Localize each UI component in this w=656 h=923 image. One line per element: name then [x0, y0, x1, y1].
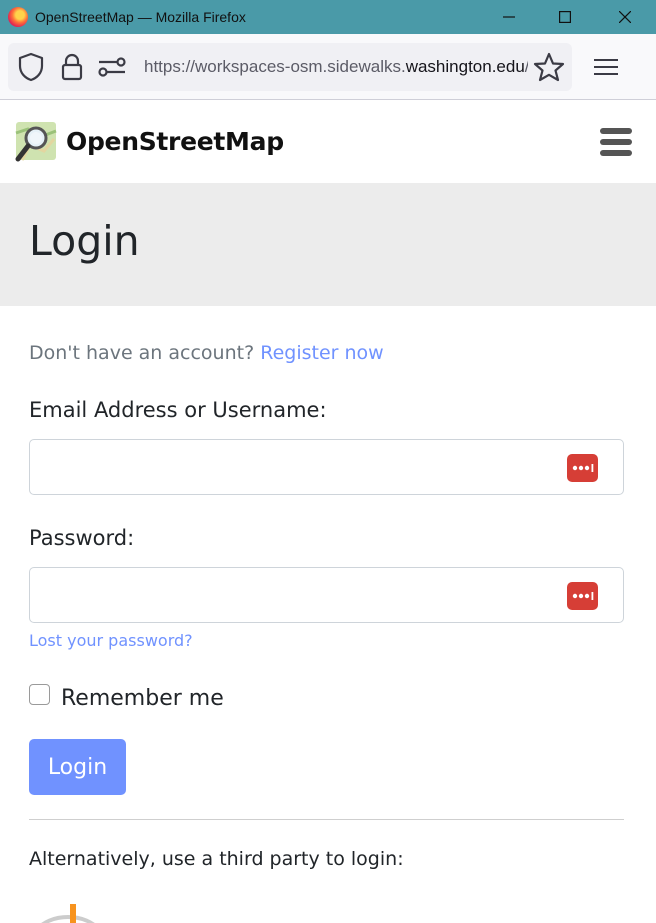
site-navbar: OpenStreetMap — [0, 100, 656, 183]
maximize-icon — [559, 11, 571, 23]
permissions-sliders-icon — [98, 57, 126, 77]
login-button[interactable]: Login — [29, 739, 126, 795]
password-label: Password: — [29, 526, 135, 550]
lock-icon — [61, 53, 83, 81]
browser-toolbar: https://workspaces-osm.sidewalks.washing… — [0, 34, 656, 100]
site-menu-toggle-button[interactable] — [600, 128, 632, 158]
register-link[interactable]: Register now — [260, 342, 383, 364]
menu-bar-icon — [600, 128, 632, 134]
tracking-protection-button[interactable] — [8, 43, 54, 91]
site-brand-title[interactable]: OpenStreetMap — [66, 127, 284, 156]
register-prompt: Don't have an account? — [29, 342, 255, 364]
remember-me-checkbox[interactable] — [29, 684, 50, 705]
password-field[interactable] — [29, 567, 624, 623]
lost-password-link[interactable]: Lost your password? — [29, 631, 193, 650]
register-prompt-line: Don't have an account? Register now — [29, 342, 384, 364]
password-manager-icon — [572, 464, 593, 472]
address-bar[interactable]: https://workspaces-osm.sidewalks.washing… — [8, 43, 572, 91]
menu-bar-icon — [600, 150, 632, 156]
site-security-button[interactable] — [54, 43, 90, 91]
openid-icon — [41, 904, 95, 923]
window-titlebar: OpenStreetMap — Mozilla Firefox — [0, 0, 656, 34]
password-manager-icon — [572, 592, 593, 600]
url-prefix: https://workspaces-osm.sidewalks. — [144, 57, 406, 76]
password-manager-button[interactable] — [567, 454, 598, 482]
username-label: Email Address or Username: — [29, 398, 327, 422]
browser-menu-button[interactable] — [584, 46, 628, 88]
star-icon — [533, 52, 565, 82]
minimize-icon — [503, 16, 515, 18]
openid-provider-button[interactable] — [33, 900, 103, 923]
menu-bar-icon — [600, 139, 632, 145]
window-title: OpenStreetMap — Mozilla Firefox — [35, 9, 246, 25]
shield-icon — [18, 52, 44, 82]
page-title: Login — [29, 217, 140, 265]
close-button[interactable] — [596, 0, 654, 34]
username-field[interactable] — [29, 439, 624, 495]
hamburger-menu-icon — [594, 59, 618, 75]
url-domain: washington.edu — [405, 57, 525, 76]
url-text[interactable]: https://workspaces-osm.sidewalks.washing… — [144, 57, 528, 77]
close-icon — [619, 11, 631, 23]
minimize-button[interactable] — [480, 0, 538, 34]
section-divider — [29, 819, 624, 820]
permissions-button[interactable] — [90, 43, 134, 91]
bookmark-button[interactable] — [528, 43, 570, 91]
remember-me-label[interactable]: Remember me — [61, 686, 224, 711]
firefox-logo-icon — [8, 7, 28, 27]
openstreetmap-logo-icon[interactable] — [14, 119, 60, 165]
page-header: Login — [0, 183, 656, 306]
maximize-button[interactable] — [536, 0, 594, 34]
third-party-prompt: Alternatively, use a third party to logi… — [29, 848, 404, 870]
web-page: OpenStreetMap Login Don't have an accoun… — [0, 100, 656, 923]
password-manager-button[interactable] — [567, 582, 598, 610]
